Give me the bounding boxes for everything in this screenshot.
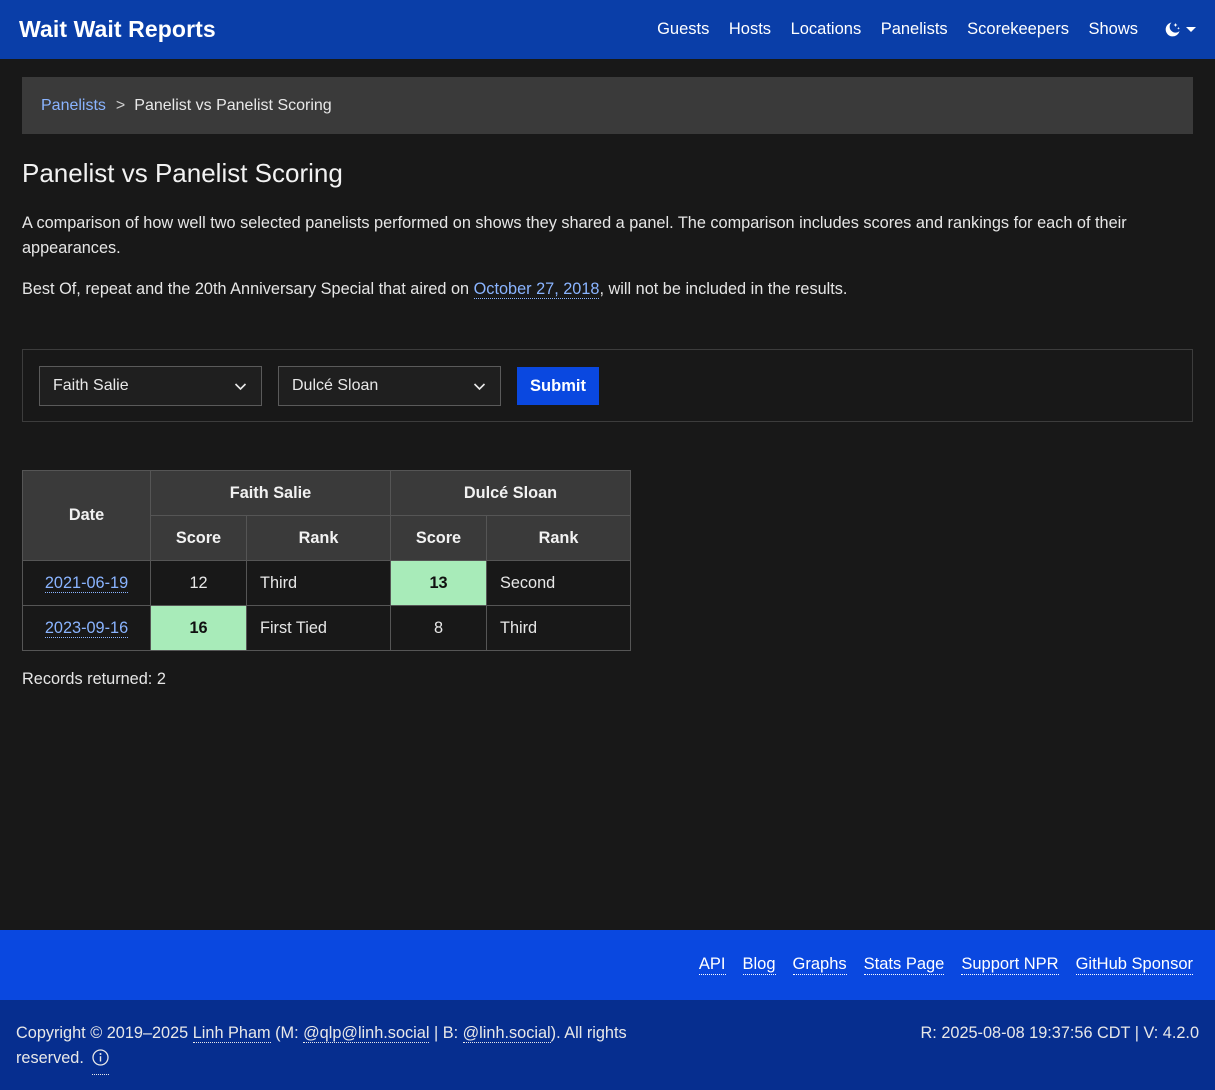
chevron-down-icon xyxy=(234,383,247,391)
copyright-text: Copyright © 2019–2025 Linh Pham (M: @qlp… xyxy=(16,1021,676,1075)
submit-button[interactable]: Submit xyxy=(517,367,599,405)
nav-link-locations[interactable]: Locations xyxy=(791,20,862,39)
nav-link-hosts[interactable]: Hosts xyxy=(729,20,771,39)
panelist-a-select[interactable]: Faith Salie xyxy=(39,366,262,406)
nav-link-guests[interactable]: Guests xyxy=(657,20,709,39)
info-circle-icon[interactable] xyxy=(91,1049,109,1075)
table-row: 2023-09-16 16 First Tied 8 Third xyxy=(22,605,631,651)
footer-link-stats-page[interactable]: Stats Page xyxy=(863,955,945,975)
footer-link-api[interactable]: API xyxy=(698,955,726,975)
panelist-a-rank: First Tied xyxy=(246,605,391,651)
note-prefix: Best Of, repeat and the 20th Anniversary… xyxy=(22,280,474,298)
date-cell: 2023-09-16 xyxy=(22,605,151,651)
footer-link-support-npr[interactable]: Support NPR xyxy=(961,955,1059,975)
page-title: Panelist vs Panelist Scoring xyxy=(22,158,343,188)
panelist-b-rank-header: Rank xyxy=(486,515,631,561)
date-header: Date xyxy=(22,470,151,561)
author-link[interactable]: Linh Pham xyxy=(192,1024,271,1043)
note-suffix: , will not be included in the results. xyxy=(599,280,848,298)
nav-link-shows[interactable]: Shows xyxy=(1088,20,1138,39)
nav-link-panelists[interactable]: Panelists xyxy=(881,20,948,39)
bluesky-link[interactable]: @linh.social xyxy=(462,1024,551,1043)
page-description: A comparison of how well two selected pa… xyxy=(22,214,1127,257)
brand-link[interactable]: Wait Wait Reports xyxy=(19,16,216,43)
breadcrumb: Panelists > Panelist vs Panelist Scoring xyxy=(22,77,1193,134)
top-navbar: Wait Wait Reports Guests Hosts Locations… xyxy=(0,0,1215,59)
moon-stars-icon xyxy=(1163,21,1181,39)
breadcrumb-panelists-link[interactable]: Panelists xyxy=(41,97,106,115)
mastodon-link[interactable]: @qlp@linh.social xyxy=(303,1024,430,1043)
panelist-b-rank: Second xyxy=(486,560,631,606)
anniversary-show-link[interactable]: October 27, 2018 xyxy=(473,280,600,299)
nav-link-scorekeepers[interactable]: Scorekeepers xyxy=(967,20,1069,39)
panelist-b-score-header: Score xyxy=(390,515,487,561)
chevron-down-icon xyxy=(1186,27,1196,32)
comparison-table: Date Faith Salie Dulcé Sloan Score Rank … xyxy=(22,470,631,651)
chevron-down-icon xyxy=(473,383,486,391)
footer-link-graphs[interactable]: Graphs xyxy=(792,955,847,975)
breadcrumb-separator: > xyxy=(115,96,126,114)
panelist-a-rank-header: Rank xyxy=(246,515,391,561)
panelist-b-score: 8 xyxy=(390,605,487,651)
panelist-a-score: 16 xyxy=(150,605,247,651)
panelist-b-rank: Third xyxy=(486,605,631,651)
panelist-a-score-header: Score xyxy=(150,515,247,561)
footer-link-github-sponsor[interactable]: GitHub Sponsor xyxy=(1075,955,1193,975)
panelist-a-score: 12 xyxy=(150,560,247,606)
date-cell: 2021-06-19 xyxy=(22,560,151,606)
footer-bottom: Copyright © 2019–2025 Linh Pham (M: @qlp… xyxy=(0,1000,1215,1090)
panelist-b-selected: Dulcé Sloan xyxy=(292,377,379,394)
panelist-a-selected: Faith Salie xyxy=(53,377,129,394)
panelist-selection-form: Faith Salie Dulcé Sloan Submit xyxy=(22,349,1193,422)
theme-toggle-button[interactable] xyxy=(1163,21,1196,39)
panelist-a-rank: Third xyxy=(246,560,391,606)
copyright-prefix: Copyright © 2019–2025 xyxy=(16,1024,193,1042)
panelist-b-header: Dulcé Sloan xyxy=(390,470,631,516)
records-count: Records returned: 2 xyxy=(22,670,166,688)
version-info: R: 2025-08-08 19:37:56 CDT | V: 4.2.0 xyxy=(920,1024,1199,1042)
mastodon-prefix: (M: xyxy=(270,1024,304,1042)
panelist-b-select[interactable]: Dulcé Sloan xyxy=(278,366,501,406)
table-row: 2021-06-19 12 Third 13 Second xyxy=(22,560,631,606)
panelist-a-header: Faith Salie xyxy=(150,470,391,516)
footer-link-blog[interactable]: Blog xyxy=(742,955,776,975)
bluesky-prefix: | B: xyxy=(429,1024,463,1042)
nav-links: Guests Hosts Locations Panelists Scoreke… xyxy=(638,20,1196,39)
show-date-link[interactable]: 2023-09-16 xyxy=(44,618,129,638)
show-date-link[interactable]: 2021-06-19 xyxy=(44,573,129,593)
panelist-b-score: 13 xyxy=(390,560,487,606)
breadcrumb-current: Panelist vs Panelist Scoring xyxy=(134,96,332,114)
footer-links-bar: API Blog Graphs Stats Page Support NPR G… xyxy=(0,930,1215,1000)
exclusion-note: Best Of, repeat and the 20th Anniversary… xyxy=(22,277,1193,302)
